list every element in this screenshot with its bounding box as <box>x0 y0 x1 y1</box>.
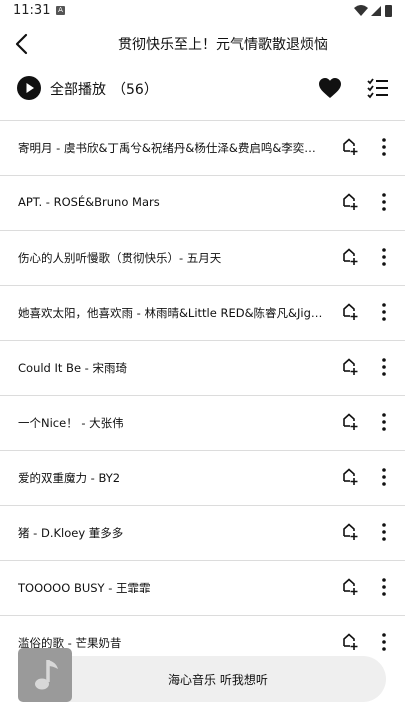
song-row[interactable]: Could It Be - 宋雨琦 <box>0 340 405 396</box>
song-row[interactable]: 猪 - D.Kloey 董多多 <box>0 505 405 561</box>
more-vertical-icon[interactable] <box>377 247 391 267</box>
back-arrow-icon[interactable] <box>10 31 36 57</box>
page-title: 贯彻快乐至上！元气情歌散退烦恼 <box>118 37 328 53</box>
add-to-playlist-icon[interactable] <box>341 578 359 596</box>
song-row[interactable]: 一个Nice！ - 大张伟 <box>0 395 405 451</box>
more-vertical-icon[interactable] <box>377 192 391 212</box>
song-row[interactable]: 寄明月 - 虞书欣&丁禹兮&祝绪丹&杨仕泽&费启鸣&李奕臻… <box>0 120 405 176</box>
more-vertical-icon[interactable] <box>377 577 391 597</box>
add-to-playlist-icon[interactable] <box>341 523 359 541</box>
song-row[interactable]: TOOOOO BUSY - 王霏霏 <box>0 560 405 616</box>
more-vertical-icon[interactable] <box>377 412 391 432</box>
more-vertical-icon[interactable] <box>377 632 391 652</box>
album-cover[interactable] <box>18 648 72 702</box>
play-all-button[interactable]: 全部播放 （56） <box>50 79 158 99</box>
add-to-playlist-icon[interactable] <box>341 468 359 486</box>
mini-player[interactable]: 海心音乐 听我想听 <box>18 648 386 702</box>
heart-icon[interactable] <box>318 77 342 99</box>
status-bar: 11:31 A <box>0 0 405 24</box>
status-icons <box>354 5 392 17</box>
song-row[interactable]: 她喜欢太阳，他喜欢雨 - 林雨晴&Little RED&陈睿凡&Jiggl… <box>0 285 405 341</box>
song-title: APT. - ROSÉ&Bruno Mars <box>18 195 160 209</box>
song-title: 一个Nice！ - 大张伟 <box>18 416 124 430</box>
song-row[interactable]: 爱的双重魔力 - BY2 <box>0 450 405 506</box>
song-row[interactable]: APT. - ROSÉ&Bruno Mars <box>0 175 405 231</box>
play-all-text: 全部播放 <box>50 82 106 98</box>
more-vertical-icon[interactable] <box>377 137 391 157</box>
mini-player-title: 海心音乐 听我想听 <box>168 673 268 687</box>
song-title: 伤心的人别听慢歌（贯彻快乐）- 五月天 <box>18 251 222 265</box>
header: 贯彻快乐至上！元气情歌散退烦恼 <box>0 24 405 64</box>
song-title: 寄明月 - 虞书欣&丁禹兮&祝绪丹&杨仕泽&费启鸣&李奕臻… <box>18 141 323 155</box>
add-to-playlist-icon[interactable] <box>341 138 359 156</box>
status-time: 11:31 <box>13 3 51 18</box>
add-to-playlist-icon[interactable] <box>341 303 359 321</box>
more-vertical-icon[interactable] <box>377 467 391 487</box>
checklist-icon[interactable] <box>366 77 390 99</box>
song-count: （56） <box>112 82 158 98</box>
song-title: 猪 - D.Kloey 董多多 <box>18 526 124 540</box>
add-to-playlist-icon[interactable] <box>341 413 359 431</box>
song-title: 爱的双重魔力 - BY2 <box>18 471 121 485</box>
battery-icon <box>385 5 392 17</box>
song-title: 她喜欢太阳，他喜欢雨 - 林雨晴&Little RED&陈睿凡&Jiggl… <box>18 306 323 320</box>
song-title: TOOOOO BUSY - 王霏霏 <box>18 581 151 595</box>
play-icon[interactable] <box>17 76 41 100</box>
add-to-playlist-icon[interactable] <box>341 193 359 211</box>
song-title: Could It Be - 宋雨琦 <box>18 361 127 375</box>
signal-icon <box>371 6 381 16</box>
add-to-playlist-icon[interactable] <box>341 248 359 266</box>
more-vertical-icon[interactable] <box>377 357 391 377</box>
add-to-playlist-icon[interactable] <box>341 358 359 376</box>
add-to-playlist-icon[interactable] <box>341 633 359 651</box>
status-notification-icon: A <box>56 6 65 15</box>
wifi-icon <box>354 5 368 16</box>
more-vertical-icon[interactable] <box>377 522 391 542</box>
song-row[interactable]: 伤心的人别听慢歌（贯彻快乐）- 五月天 <box>0 230 405 286</box>
more-vertical-icon[interactable] <box>377 302 391 322</box>
play-all-row: 全部播放 （56） <box>0 68 405 108</box>
music-note-icon <box>35 660 58 690</box>
